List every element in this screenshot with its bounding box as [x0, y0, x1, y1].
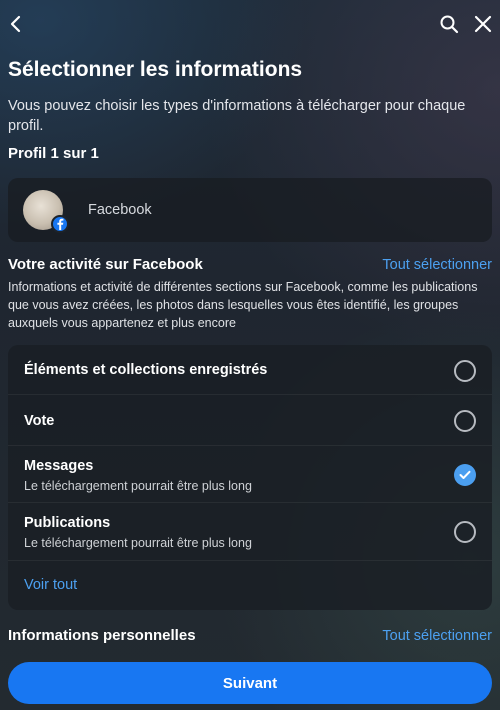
option-label: Éléments et collections enregistrés — [24, 362, 268, 378]
select-all-activity-link[interactable]: Tout sélectionner — [382, 257, 492, 273]
radio-unchecked[interactable] — [454, 410, 476, 432]
page-description: Vous pouvez choisir les types d'informat… — [8, 98, 466, 134]
radio-unchecked[interactable] — [454, 360, 476, 382]
option-saved-items[interactable]: Éléments et collections enregistrés — [8, 345, 492, 395]
activity-options-list: Éléments et collections enregistrés Vote… — [8, 345, 492, 610]
option-label: Vote — [24, 413, 55, 429]
search-button[interactable] — [435, 10, 463, 38]
chevron-left-icon — [10, 15, 21, 33]
activity-section-description: Informations et activité de différentes … — [8, 280, 478, 330]
next-button[interactable]: Suivant — [8, 662, 492, 704]
activity-section-title: Votre activité sur Facebook — [8, 256, 203, 273]
search-icon — [440, 15, 459, 34]
option-messages[interactable]: Messages Le téléchargement pourrait être… — [8, 446, 492, 503]
option-label: Messages — [24, 458, 94, 474]
profile-card: Facebook — [8, 178, 492, 242]
option-sublabel: Le téléchargement pourrait être plus lon… — [24, 479, 252, 493]
close-button[interactable] — [469, 10, 497, 38]
select-all-personal-link[interactable]: Tout sélectionner — [382, 628, 492, 644]
facebook-icon — [51, 215, 69, 233]
option-sublabel: Le téléchargement pourrait être plus lon… — [24, 536, 252, 550]
option-vote[interactable]: Vote — [8, 395, 492, 446]
page: Sélectionner les informations Vous pouve… — [0, 0, 500, 710]
activity-section-header: Votre activité sur Facebook Tout sélecti… — [8, 256, 492, 273]
option-label: Publications — [24, 515, 111, 531]
profile-name: Facebook — [88, 202, 152, 218]
radio-unchecked[interactable] — [454, 521, 476, 543]
back-button[interactable] — [2, 10, 30, 38]
personal-section-title: Informations personnelles — [8, 627, 196, 644]
page-title: Sélectionner les informations — [8, 58, 303, 81]
checkmark-icon — [459, 470, 471, 479]
see-all-link[interactable]: Voir tout — [24, 577, 77, 593]
personal-section-header: Informations personnelles Tout sélection… — [8, 627, 492, 644]
top-bar — [0, 0, 500, 48]
avatar — [23, 190, 69, 233]
radio-checked[interactable] — [454, 464, 476, 486]
profile-count: Profil 1 sur 1 — [8, 145, 99, 162]
option-publications[interactable]: Publications Le téléchargement pourrait … — [8, 503, 492, 561]
close-icon — [474, 15, 492, 33]
